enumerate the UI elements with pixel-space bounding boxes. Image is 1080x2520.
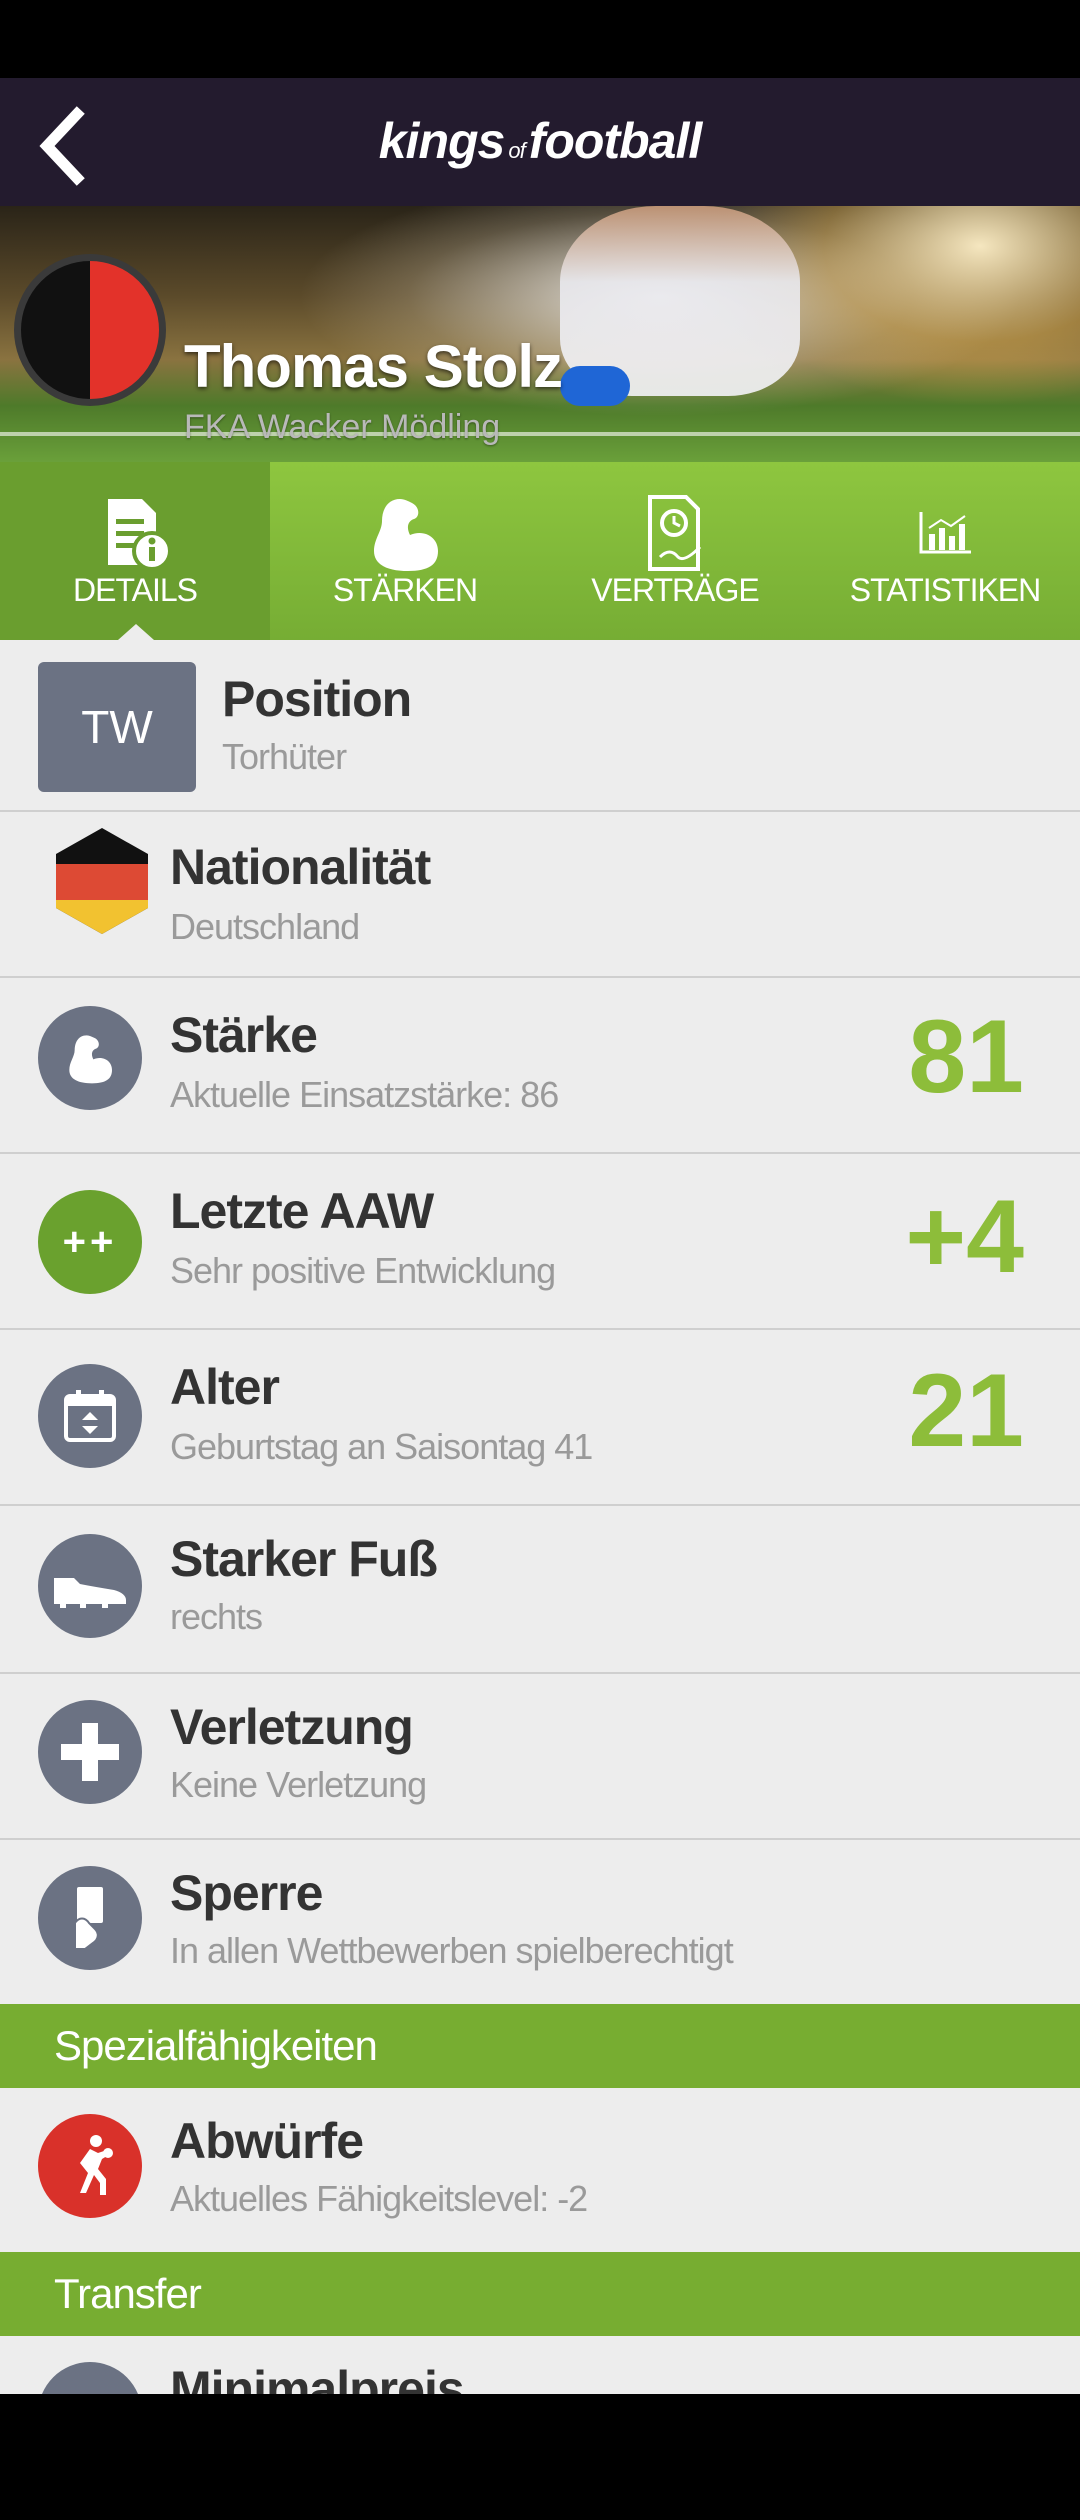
details-list: TW Position Torhüter Nationalität Deutsc… bbox=[0, 640, 1080, 2394]
detail-row-throws[interactable]: Abwürfe Aktuelles Fähigkeitslevel: -2 bbox=[0, 2088, 1080, 2254]
tab-staerken[interactable]: STÄRKEN bbox=[270, 462, 540, 640]
detail-value: rechts bbox=[170, 1596, 263, 1637]
document-info-icon bbox=[0, 488, 270, 578]
club-name[interactable]: FKA Wacker Mödling bbox=[184, 408, 500, 447]
detail-row-strength[interactable]: Stärke Aktuelle Einsatzstärke: 86 81 bbox=[0, 978, 1080, 1154]
tab-details-label: DETAILS bbox=[73, 572, 198, 608]
throwing-player-icon bbox=[38, 2114, 142, 2218]
detail-value: In allen Wettbewerben spielberechtigt bbox=[170, 1930, 734, 1971]
hero-background-shoe bbox=[560, 366, 630, 406]
section-header-transfer: Transfer bbox=[0, 2252, 1080, 2336]
strength-number: 81 bbox=[908, 999, 1024, 1115]
strength-arm-icon bbox=[38, 1006, 142, 1110]
detail-row-last-aaw[interactable]: ++ Letzte AAW Sehr positive Entwicklung … bbox=[0, 1154, 1080, 1330]
player-name: Thomas Stolz bbox=[184, 333, 563, 400]
detail-title: Alter bbox=[170, 1359, 280, 1415]
tab-details[interactable]: DETAILS bbox=[0, 462, 270, 640]
detail-title: Stärke bbox=[170, 1007, 318, 1063]
detail-title: Nationalität bbox=[170, 839, 431, 895]
detail-title: Abwürfe bbox=[170, 2113, 364, 2169]
logo-of: of bbox=[508, 138, 525, 163]
cross-icon bbox=[38, 1700, 142, 1804]
club-crest[interactable] bbox=[14, 254, 166, 406]
detail-title: Letzte AAW bbox=[170, 1183, 434, 1239]
active-tab-indicator bbox=[118, 624, 154, 640]
detail-title: Verletzung bbox=[170, 1699, 414, 1755]
tab-statistiken-label: STATISTIKEN bbox=[849, 572, 1042, 608]
price-tag-icon bbox=[38, 2362, 142, 2394]
detail-row-min-price[interactable]: Minimalpreis bbox=[0, 2336, 1080, 2394]
section-header-special: Spezialfähigkeiten bbox=[0, 2004, 1080, 2088]
tab-statistiken[interactable]: STATISTIKEN bbox=[810, 462, 1080, 640]
detail-value: Keine Verletzung bbox=[170, 1764, 427, 1805]
app-logo: kings offootball bbox=[0, 112, 1080, 170]
system-nav-bar bbox=[0, 2394, 1080, 2520]
logo-football: football bbox=[528, 113, 703, 169]
detail-row-age[interactable]: Alter Geburtstag an Saisontag 41 21 bbox=[0, 1330, 1080, 1506]
detail-title: Minimalpreis bbox=[170, 2361, 465, 2394]
detail-row-foot[interactable]: Starker Fuß rechts bbox=[0, 1506, 1080, 1674]
detail-title: Sperre bbox=[170, 1865, 323, 1921]
contract-icon bbox=[540, 488, 810, 578]
tab-vertraege-label: VERTRÄGE bbox=[591, 572, 759, 608]
logo-kings: kings bbox=[378, 113, 506, 169]
position-badge: TW bbox=[38, 662, 196, 792]
detail-value: Deutschland bbox=[170, 906, 360, 947]
calendar-icon bbox=[38, 1364, 142, 1468]
detail-row-injury[interactable]: Verletzung Keine Verletzung bbox=[0, 1674, 1080, 1840]
hero-field-line bbox=[0, 432, 1080, 436]
player-hero: Thomas Stolz FKA Wacker Mödling bbox=[0, 206, 1080, 462]
app-header: kings offootball bbox=[0, 78, 1080, 206]
detail-row-nationality[interactable]: Nationalität Deutschland bbox=[0, 812, 1080, 978]
card-hand-icon bbox=[38, 1866, 142, 1970]
detail-value: Aktuelle Einsatzstärke: 86 bbox=[170, 1074, 559, 1115]
flexed-arm-icon bbox=[270, 488, 540, 578]
bar-chart-icon bbox=[810, 488, 1080, 578]
detail-title: Position bbox=[222, 671, 412, 727]
last-aaw-number: +4 bbox=[905, 1179, 1024, 1295]
plus-plus-icon: ++ bbox=[38, 1190, 142, 1294]
age-number: 21 bbox=[908, 1353, 1024, 1469]
detail-row-position[interactable]: TW Position Torhüter bbox=[0, 640, 1080, 812]
detail-row-suspension[interactable]: Sperre In allen Wettbewerben spielberech… bbox=[0, 1840, 1080, 2008]
detail-value: Aktuelles Fähigkeitslevel: -2 bbox=[170, 2178, 588, 2219]
detail-value: Torhüter bbox=[222, 736, 347, 777]
status-bar bbox=[0, 0, 1080, 78]
germany-flag-icon bbox=[56, 828, 148, 934]
detail-title: Starker Fuß bbox=[170, 1531, 438, 1587]
football-boot-icon bbox=[38, 1534, 142, 1638]
detail-value: Geburtstag an Saisontag 41 bbox=[170, 1426, 593, 1467]
tab-bar: DETAILS STÄRKEN VERTRÄGE STATISTIKEN bbox=[0, 462, 1080, 640]
detail-value: Sehr positive Entwicklung bbox=[170, 1250, 556, 1291]
tab-vertraege[interactable]: VERTRÄGE bbox=[540, 462, 810, 640]
tab-staerken-label: STÄRKEN bbox=[332, 572, 478, 608]
